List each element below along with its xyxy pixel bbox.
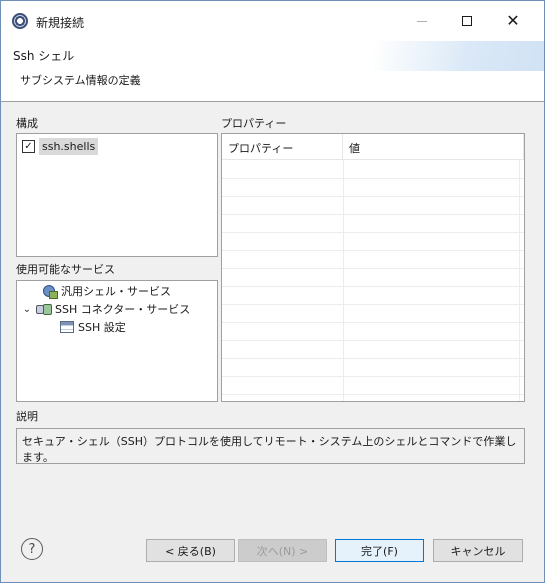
header-banner-graphic xyxy=(374,41,544,71)
minimize-button[interactable] xyxy=(399,1,445,41)
next-button[interactable]: 次へ(N) > xyxy=(238,539,327,562)
grid-row-line xyxy=(222,394,524,395)
config-label: 構成 xyxy=(16,117,38,130)
cancel-button[interactable]: キャンセル xyxy=(433,539,523,562)
maximize-icon xyxy=(462,16,472,26)
close-icon: ✕ xyxy=(506,11,520,30)
grid-row-line xyxy=(222,232,524,233)
finish-button[interactable]: 完了(F) xyxy=(335,539,424,562)
description-text: セキュア・シェル（SSH）プロトコルを使用してリモート・システム上のシェルとコマ… xyxy=(16,428,525,464)
settings-table-icon xyxy=(60,321,74,333)
generic-service-icon xyxy=(41,284,58,299)
wizard-header: Ssh シェル サブシステム情報の定義 xyxy=(1,41,544,102)
properties-table-header: プロパティー 値 xyxy=(222,134,524,160)
minimize-icon xyxy=(417,20,427,22)
tree-item-ssh-settings[interactable]: SSH 設定 xyxy=(60,318,126,336)
back-button[interactable]: < 戻る(B) xyxy=(146,539,235,562)
config-item-label: ssh.shells xyxy=(39,138,99,155)
column-header-property[interactable]: プロパティー xyxy=(222,134,343,159)
services-label: 使用可能なサービス xyxy=(16,263,115,276)
ssh-connector-icon xyxy=(35,302,52,316)
config-item-ssh-shells[interactable]: ✓ ssh.shells xyxy=(22,138,99,155)
grid-row-line xyxy=(222,340,524,341)
grid-row-line xyxy=(222,286,524,287)
tree-item-label: SSH コネクター・サービス xyxy=(55,303,191,316)
title-bar: 新規接続 ✕ xyxy=(1,1,544,41)
config-checkbox[interactable]: ✓ xyxy=(22,140,35,153)
window-title: 新規接続 xyxy=(36,16,85,30)
properties-table[interactable]: プロパティー 値 xyxy=(221,133,525,402)
tree-item-label: SSH 設定 xyxy=(78,321,126,334)
grid-row-line xyxy=(222,322,524,323)
grid-row-line xyxy=(222,196,524,197)
grid-row-line xyxy=(222,268,524,269)
chevron-down-icon[interactable]: ⌄ xyxy=(21,304,33,315)
tree-item-generic-shell-service[interactable]: 汎用シェル・サービス xyxy=(41,282,171,300)
eclipse-app-icon xyxy=(12,13,28,29)
description-label: 説明 xyxy=(16,410,38,423)
wizard-message: サブシステム情報の定義 xyxy=(20,74,141,87)
grid-row-line xyxy=(222,250,524,251)
grid-row-line xyxy=(222,358,524,359)
services-tree[interactable]: 汎用シェル・サービス ⌄ SSH コネクター・サービス SSH 設定 xyxy=(16,280,218,402)
new-connection-dialog: 新規接続 ✕ Ssh シェル サブシステム情報の定義 構成 ✓ ssh.shel… xyxy=(0,0,545,583)
column-header-value[interactable]: 値 xyxy=(343,134,524,159)
config-list[interactable]: ✓ ssh.shells xyxy=(16,133,218,257)
help-icon: ? xyxy=(28,541,36,557)
grid-row-line xyxy=(222,304,524,305)
grid-row-line xyxy=(222,214,524,215)
grid-row-line xyxy=(222,376,524,377)
tree-item-ssh-connector-service[interactable]: ⌄ SSH コネクター・サービス xyxy=(21,300,191,318)
wizard-title: Ssh シェル xyxy=(13,49,75,63)
properties-grid xyxy=(222,160,524,401)
help-button[interactable]: ? xyxy=(21,538,43,560)
grid-row-line xyxy=(222,178,524,179)
properties-label: プロパティー xyxy=(221,117,287,130)
close-button[interactable]: ✕ xyxy=(490,1,536,41)
maximize-button[interactable] xyxy=(444,1,490,41)
tree-item-label: 汎用シェル・サービス xyxy=(61,285,171,298)
